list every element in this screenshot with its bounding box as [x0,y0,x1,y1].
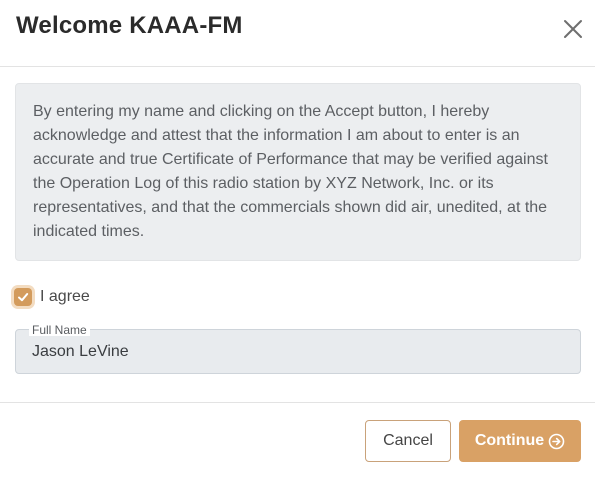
full-name-label: Full Name [29,324,90,336]
attestation-text: By entering my name and clicking on the … [33,103,548,240]
dialog-footer: Cancel Continue [0,402,595,477]
dialog-title: Welcome KAAA-FM [16,12,243,39]
attestation-notice: By entering my name and clicking on the … [15,83,581,261]
continue-label: Continue [474,432,545,449]
checkmark-icon [18,293,29,302]
agree-checkbox-row[interactable]: I agree [14,286,90,308]
full-name-input[interactable]: Jason LeVine [32,343,129,361]
close-button[interactable] [560,16,586,42]
dialog-header: Welcome KAAA-FM [0,0,595,67]
arrow-right-circle-icon [548,433,565,450]
agree-label: I agree [40,288,90,305]
continue-button[interactable]: Continue [459,420,581,462]
welcome-dialog: Welcome KAAA-FM By entering my name and … [0,0,595,477]
agree-checkbox[interactable] [14,288,32,306]
close-icon [564,20,582,38]
cancel-button[interactable]: Cancel [365,420,451,462]
full-name-field[interactable]: Full Name Jason LeVine [15,324,581,374]
